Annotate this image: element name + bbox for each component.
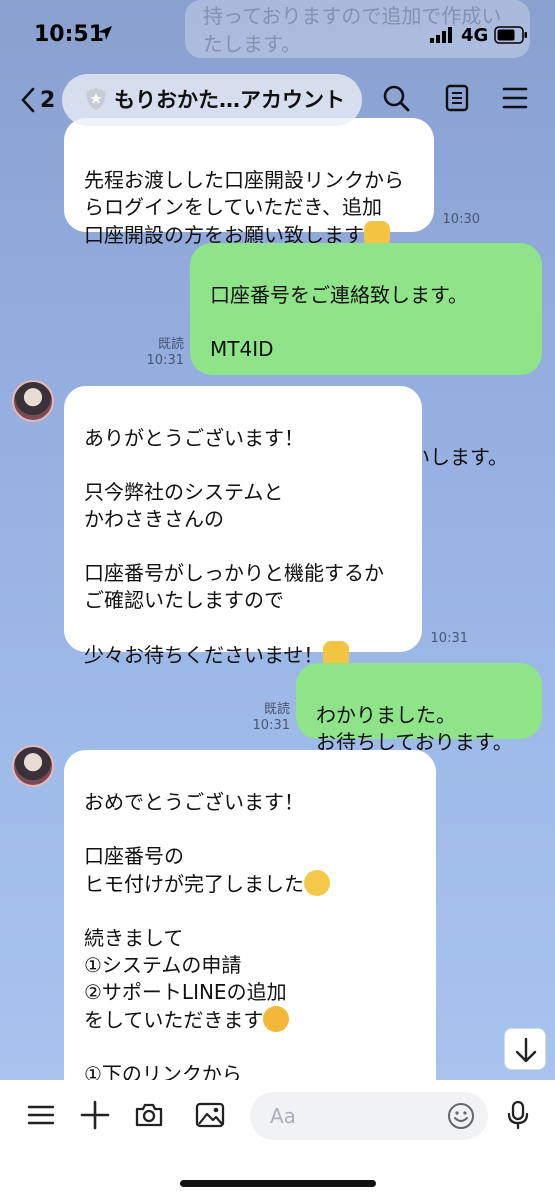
hamburger-icon[interactable] (26, 1100, 56, 1130)
image-icon[interactable] (195, 1100, 225, 1130)
chat-title[interactable]: もりおかた…アカウント (114, 84, 345, 114)
back-chevron-icon (21, 87, 35, 113)
notes-icon[interactable] (443, 84, 471, 112)
message-bubble-outgoing: 口座番号をご連絡致します。 MT4ID 254012977 ご確認をよろしくお願… (190, 243, 542, 469)
sender-avatar[interactable] (12, 745, 54, 787)
scroll-to-bottom-button[interactable] (504, 1028, 546, 1070)
message-bubble-incoming: おめでとうございます！ 口座番号の ヒモ付けが完了しました 続きまして ①システ… (64, 750, 436, 1110)
message-text: 先程お渡しした口座開設リンクから らログインをしていただき、追加 口座開設の方を… (84, 168, 404, 247)
unread-count: 2 (40, 87, 56, 113)
message-line: MT4ID (210, 337, 274, 361)
message-bubble-incoming: ありがとうございます！ 只今弊社のシステムと かわさきさんの 口座番号がしっかり… (64, 386, 422, 667)
emoji-icon[interactable] (446, 1101, 476, 1131)
message-text: 続きまして ①システムの申請 ②サポートLINEの追加 をしていただきます (84, 926, 287, 1032)
message-bubble-outgoing: わかりました。 お待ちしております。 (296, 663, 542, 754)
message-read-meta: 既読 10:31 (146, 337, 184, 368)
mic-icon[interactable] (503, 1100, 533, 1130)
message-time: 10:31 (430, 631, 468, 646)
plus-icon[interactable] (80, 1100, 110, 1130)
smiling-face-emoji-icon (263, 1006, 290, 1032)
message-text: わかりました。 お待ちしております。 (316, 703, 513, 754)
relieved-face-emoji-icon (304, 870, 330, 896)
menu-icon[interactable] (501, 84, 529, 112)
arrow-down-icon (515, 1037, 537, 1063)
back-button[interactable]: 2 (20, 82, 55, 118)
message-text: ありがとうございます！ 只今弊社のシステムと かわさきさんの 口座番号がしっかり… (84, 426, 384, 667)
shield-icon (87, 88, 105, 110)
message-read-meta: 既読 10:31 (252, 702, 290, 733)
message-line: 口座番号をご連絡致します。 (210, 283, 468, 307)
home-indicator (180, 1180, 376, 1187)
search-icon[interactable] (382, 84, 410, 112)
message-bubble-incoming: 先程お渡しした口座開設リンクから らログインをしていただき、追加 口座開設の方を… (64, 118, 434, 247)
chat-area[interactable]: 先程お渡しした口座開設リンクから らログインをしていただき、追加 口座開設の方を… (0, 0, 555, 1110)
camera-icon[interactable] (134, 1100, 164, 1130)
message-time: 10:30 (442, 212, 480, 227)
sender-avatar[interactable] (12, 380, 54, 422)
message-text: おめでとうございます！ 口座番号の ヒモ付けが完了しました (84, 790, 304, 896)
